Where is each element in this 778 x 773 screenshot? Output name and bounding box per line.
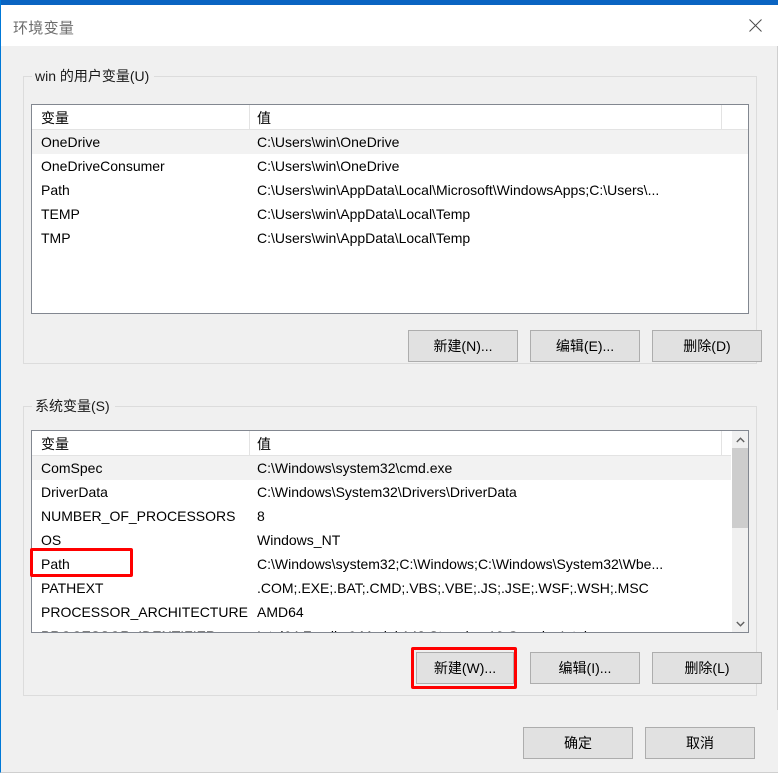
system-new-button[interactable]: 新建(W)... xyxy=(416,652,514,684)
table-row[interactable]: PROCESSOR_IDENTIFIER Intel64 Family 6 Mod… xyxy=(32,624,748,632)
variable-value-cell: C:\Windows\system32;C:\Windows;C:\Window… xyxy=(257,556,664,572)
table-row[interactable]: Path C:\Windows\system32;C:\Windows;C:\Wi… xyxy=(32,552,748,576)
variable-value-cell: Intel64 Family 6 Model 142 Stepping 10 G… xyxy=(257,624,744,632)
chevron-down-icon[interactable] xyxy=(732,615,748,632)
variable-name-cell: PROCESSOR_ARCHITECTURE xyxy=(41,604,248,620)
title-bar: 环境变量 xyxy=(1,5,778,46)
user-column-divider-right[interactable] xyxy=(721,105,722,129)
table-row[interactable]: DriverData C:\Windows\System32\Drivers\Dr… xyxy=(32,480,748,504)
system-list-header: 变量 值 xyxy=(32,431,748,456)
user-delete-button[interactable]: 删除(D) xyxy=(652,330,762,362)
variable-value-cell: C:\Users\win\AppData\Local\Temp xyxy=(257,230,471,246)
variable-value-cell: Windows_NT xyxy=(257,532,341,548)
variable-value-cell: C:\Windows\system32\cmd.exe xyxy=(257,460,453,476)
table-row[interactable]: ComSpec C:\Windows\system32\cmd.exe xyxy=(32,456,748,480)
user-column-divider[interactable] xyxy=(249,105,250,129)
variable-name-cell: TEMP xyxy=(41,206,80,222)
variable-value-cell: C:\Users\win\AppData\Local\Temp xyxy=(257,206,471,222)
system-variables-list[interactable]: 变量 值 ComSpec C:\Windows\system32\cmd.exe D… xyxy=(31,430,749,633)
table-row[interactable]: OS Windows_NT xyxy=(32,528,748,552)
system-edit-button[interactable]: 编辑(I)... xyxy=(530,652,640,684)
table-row[interactable]: OneDrive C:\Users\win\OneDrive xyxy=(32,130,748,154)
user-variables-list[interactable]: 变量 值 OneDrive C:\Users\win\OneDrive OneDri… xyxy=(31,104,749,314)
variable-name-cell: DriverData xyxy=(41,484,108,500)
user-new-button[interactable]: 新建(N)... xyxy=(408,330,518,362)
table-row[interactable]: OneDriveConsumer C:\Users\win\OneDrive xyxy=(32,154,748,178)
variable-value-cell: AMD64 xyxy=(257,604,304,620)
ok-button[interactable]: 确定 xyxy=(523,727,633,759)
system-column-divider[interactable] xyxy=(249,431,250,455)
variable-name-cell: ComSpec xyxy=(41,460,103,476)
variable-name-cell: Path xyxy=(41,556,70,572)
close-icon[interactable] xyxy=(732,5,778,46)
user-list-body: OneDrive C:\Users\win\OneDrive OneDriveCon… xyxy=(32,130,748,250)
table-row[interactable]: PATHEXT .COM;.EXE;.BAT;.CMD;.VBS;.VBE;.JS… xyxy=(32,576,748,600)
user-edit-button[interactable]: 编辑(E)... xyxy=(530,330,640,362)
variable-name-cell: PROCESSOR_IDENTIFIER xyxy=(41,624,251,632)
user-column-header-value[interactable]: 值 xyxy=(257,108,271,128)
table-row[interactable]: PROCESSOR_ARCHITECTURE AMD64 xyxy=(32,600,748,624)
table-row[interactable]: TEMP C:\Users\win\AppData\Local\Temp xyxy=(32,202,748,226)
table-row[interactable]: NUMBER_OF_PROCESSORS 8 xyxy=(32,504,748,528)
table-row[interactable]: Path C:\Users\win\AppData\Local\Microsoft… xyxy=(32,178,748,202)
window-title: 环境变量 xyxy=(13,20,75,37)
variable-value-cell: C:\Users\win\AppData\Local\Microsoft\Win… xyxy=(257,182,660,198)
variable-name-cell: OS xyxy=(41,532,62,548)
variable-name-cell: Path xyxy=(41,182,70,198)
variable-name-cell: PATHEXT xyxy=(41,580,104,596)
system-column-header-value[interactable]: 值 xyxy=(257,434,271,454)
variable-name-cell: NUMBER_OF_PROCESSORS xyxy=(41,508,236,524)
table-row[interactable]: TMP C:\Users\win\AppData\Local\Temp xyxy=(32,226,748,250)
system-list-body: ComSpec C:\Windows\system32\cmd.exe Driver… xyxy=(32,456,748,632)
variable-value-cell: C:\Windows\System32\Drivers\DriverData xyxy=(257,484,517,500)
system-delete-button[interactable]: 删除(L) xyxy=(652,652,762,684)
variable-value-cell: C:\Users\win\OneDrive xyxy=(257,134,400,150)
variable-name-cell: TMP xyxy=(41,230,71,246)
scrollbar-thumb[interactable] xyxy=(732,448,748,528)
variable-value-cell: .COM;.EXE;.BAT;.CMD;.VBS;.VBE;.JS;.JSE;.… xyxy=(257,580,649,596)
variable-name-cell: OneDriveConsumer xyxy=(41,158,165,174)
variable-name-cell: OneDrive xyxy=(41,134,101,150)
cancel-button[interactable]: 取消 xyxy=(645,727,755,759)
user-column-header-name[interactable]: 变量 xyxy=(41,108,69,128)
variable-value-cell: C:\Users\win\OneDrive xyxy=(257,158,400,174)
chevron-up-icon[interactable] xyxy=(732,431,748,448)
environment-variables-dialog: 环境变量 win 的用户变量(U) 变量 值 OneDrive C:\Users\… xyxy=(0,0,778,773)
user-group-label: win 的用户变量(U) xyxy=(32,68,155,85)
variable-value-cell: 8 xyxy=(257,508,265,524)
user-list-header: 变量 值 xyxy=(32,105,748,130)
system-column-header-name[interactable]: 变量 xyxy=(41,434,69,454)
system-group-label: 系统变量(S) xyxy=(32,398,115,415)
system-column-divider-right[interactable] xyxy=(721,431,722,455)
system-list-scrollbar[interactable] xyxy=(731,431,748,632)
